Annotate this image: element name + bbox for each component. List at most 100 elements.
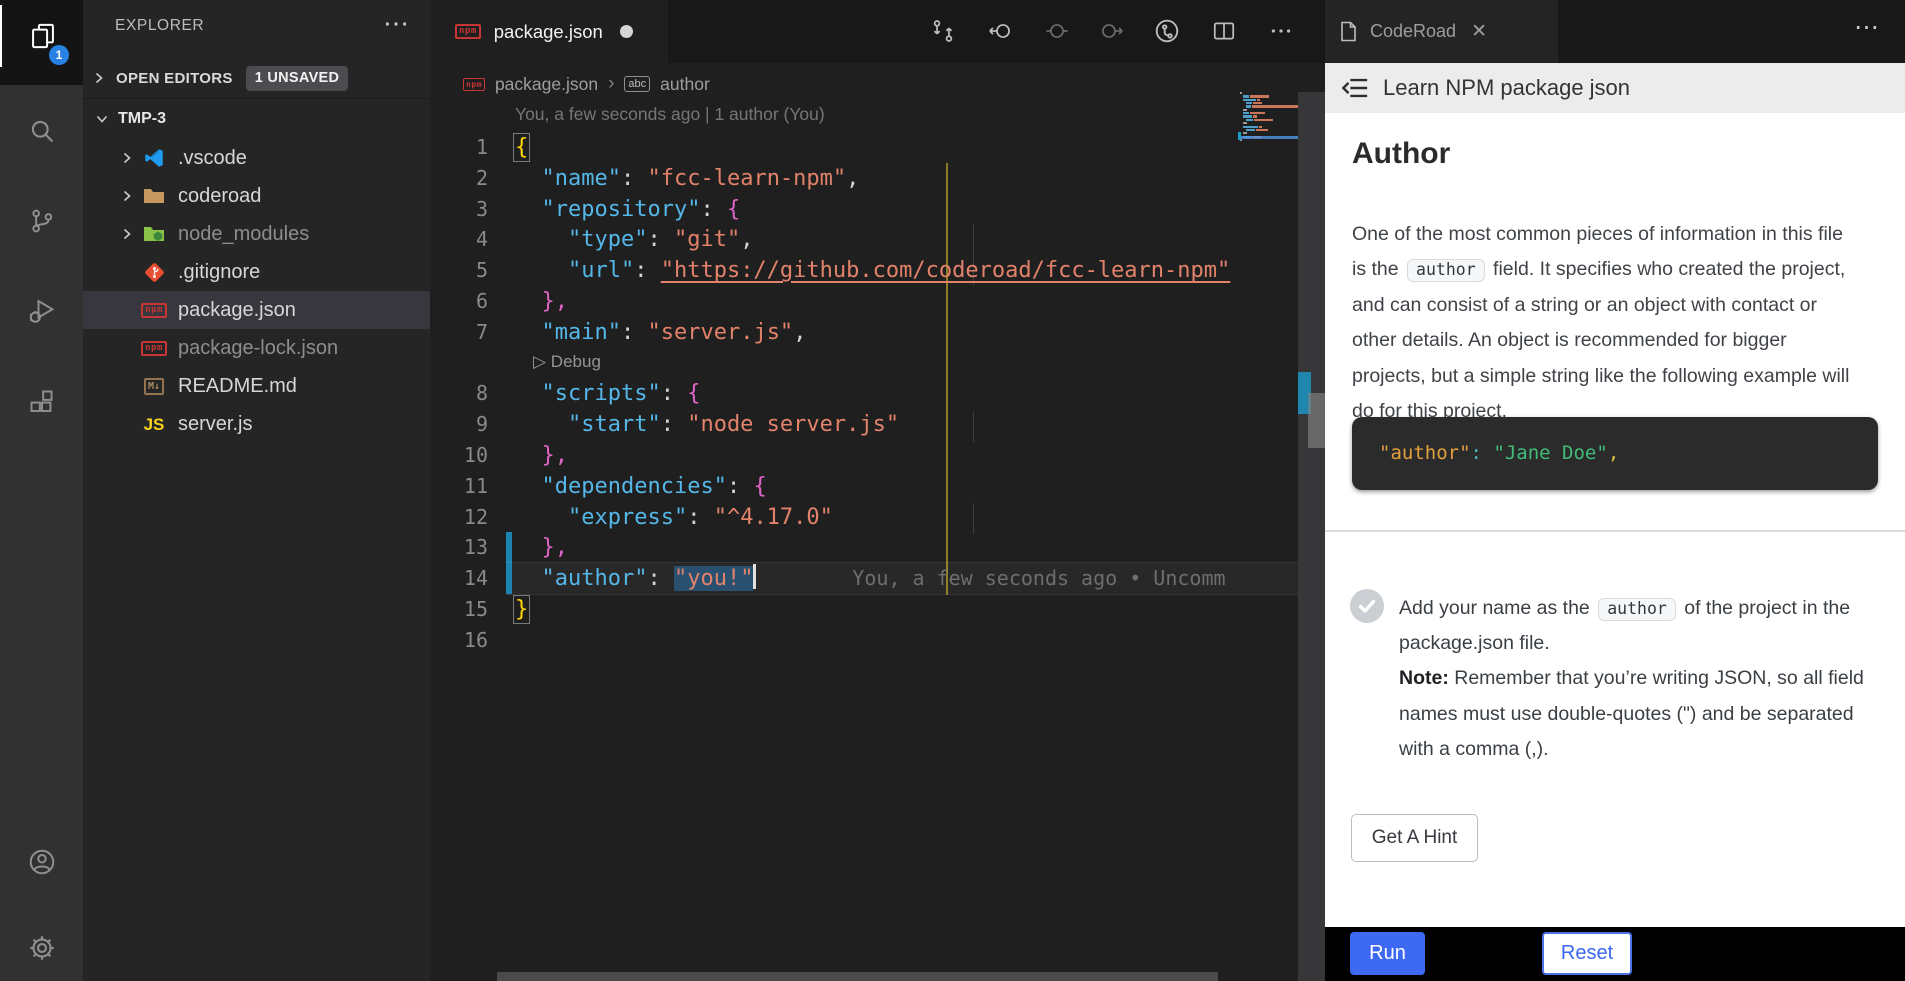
tab-coderoad[interactable]: CodeRoad ✕ [1325, 0, 1558, 63]
gear-icon [27, 933, 57, 963]
example-code-block: "author": "Jane Doe", [1352, 417, 1878, 490]
sidebar-item-extensions[interactable] [0, 371, 83, 433]
more-actions-icon[interactable]: ⋯ [383, 8, 411, 39]
code-editor[interactable]: 1{2 "name": "fcc-learn-npm",3 "repositor… [430, 0, 1325, 981]
run-and-debug-icon [28, 297, 56, 325]
task-check-icon [1350, 589, 1384, 623]
horizontal-scrollbar[interactable] [497, 972, 1218, 981]
minimap-current-line [1238, 136, 1298, 139]
chevron-right-icon [91, 70, 107, 86]
code-line-15[interactable]: 15} [430, 594, 1238, 625]
code-line-4[interactable]: 4 "type": "git", [430, 224, 1238, 255]
code-line-3[interactable]: 3 "repository": { [430, 194, 1238, 225]
search-icon [28, 117, 56, 145]
page-title: Author [1352, 137, 1450, 171]
file-label: coderoad [178, 177, 261, 215]
line-number: 16 [430, 625, 488, 656]
line-number: 2 [430, 163, 488, 194]
code-line-1[interactable]: 1{ [430, 132, 1238, 163]
file-row-.gitignore[interactable]: .gitignore [83, 253, 430, 291]
code-line-14[interactable]: 14 "author": "you!" You, a few seconds a… [430, 563, 1238, 594]
line-number: 3 [430, 194, 488, 225]
extensions-icon [28, 388, 56, 416]
open-editors-section[interactable]: OPEN EDITORS 1 UNSAVED [83, 58, 430, 99]
folder-root-row[interactable]: TMP-3 [83, 99, 430, 139]
file-label: .gitignore [178, 253, 260, 291]
sidebar-title: EXPLORER [115, 17, 204, 35]
file-label: README.md [178, 367, 297, 405]
js-icon: JS [141, 412, 167, 436]
tab-label: CodeRoad [1370, 21, 1456, 42]
tutorial-content: Author One of the most common pieces of … [1325, 113, 1905, 927]
code-line-11[interactable]: 11 "dependencies": { [430, 471, 1238, 502]
description-paragraph: One of the most common pieces of informa… [1352, 217, 1860, 430]
sidebar-item-search[interactable] [0, 100, 83, 162]
changed-line-marker [506, 532, 512, 563]
minimap[interactable] [1238, 92, 1298, 162]
npm-icon: npm [141, 336, 167, 360]
sidebar-item-source-control[interactable] [0, 190, 83, 252]
changed-line-marker [506, 563, 512, 594]
close-icon[interactable]: ✕ [1471, 20, 1487, 43]
line-number: 12 [430, 502, 488, 533]
code-line-8[interactable]: 8 "scripts": { [430, 378, 1238, 409]
line-number: 9 [430, 409, 488, 440]
markdown-icon: M↓ [141, 374, 167, 398]
file-row-coderoad[interactable]: coderoad [83, 177, 430, 215]
settings-button[interactable] [0, 917, 83, 979]
line-number: 1 [430, 132, 488, 163]
coderoad-menu-icon[interactable] [1341, 75, 1369, 101]
git-icon [141, 260, 167, 284]
activity-bar: 1 [0, 0, 83, 981]
panel-footer: Run Reset [1325, 927, 1905, 981]
code-line-6[interactable]: 6 }, [430, 286, 1238, 317]
account-button[interactable] [0, 831, 83, 893]
vertical-scrollbar[interactable] [1298, 92, 1325, 981]
coderoad-panel: CodeRoad ✕ ⋯ Learn NPM package json Auth… [1325, 0, 1905, 981]
more-actions-icon[interactable]: ⋯ [1854, 12, 1881, 42]
file-row-README.md[interactable]: M↓ README.md [83, 367, 430, 405]
code-line-2[interactable]: 2 "name": "fcc-learn-npm", [430, 163, 1238, 194]
chevron-right-icon [119, 150, 135, 166]
line-number: 5 [430, 255, 488, 286]
code-line-13[interactable]: 13 }, [430, 532, 1238, 563]
get-a-hint-button[interactable]: Get A Hint [1351, 814, 1478, 862]
npm-icon: npm [141, 298, 167, 322]
run-button[interactable]: Run [1350, 932, 1425, 975]
code-line-12[interactable]: 12 "express": "^4.17.0" [430, 502, 1238, 533]
task-note: Note: Remember that you’re writing JSON,… [1399, 661, 1885, 767]
file-icon [1340, 21, 1357, 42]
node-folder-icon [141, 222, 167, 246]
line-number: 6 [430, 286, 488, 317]
file-label: package.json [178, 291, 296, 329]
file-row-node_modules[interactable]: node_modules [83, 215, 430, 253]
codelens-debug[interactable]: ▷ Debug [430, 348, 1238, 379]
code-line-9[interactable]: 9 "start": "node server.js" [430, 409, 1238, 440]
file-row-server.js[interactable]: JS server.js [83, 405, 430, 443]
code-line-16[interactable]: 16 [430, 625, 1238, 656]
sidebar-item-explorer[interactable]: 1 [0, 5, 83, 67]
folder-icon [141, 184, 167, 208]
reset-button[interactable]: Reset [1542, 932, 1632, 975]
file-row-package-lock.json[interactable]: npm package-lock.json [83, 329, 430, 367]
code-line-5[interactable]: 5 "url": "https://github.com/coderoad/fc… [430, 255, 1238, 286]
sidebar-item-run-debug[interactable] [0, 280, 83, 342]
inline-code-chip: author [1598, 598, 1676, 621]
file-label: .vscode [178, 139, 247, 177]
code-line-7[interactable]: 7 "main": "server.js", [430, 317, 1238, 348]
root-folder-label: TMP-3 [118, 110, 166, 128]
file-row-package.json[interactable]: npm package.json [83, 291, 430, 329]
file-label: package-lock.json [178, 329, 338, 367]
source-control-icon [28, 207, 56, 235]
minimap-changed-marker [1238, 132, 1241, 140]
line-number: 13 [430, 532, 488, 563]
line-number: 7 [430, 317, 488, 348]
line-number: 14 [430, 563, 488, 594]
file-row-.vscode[interactable]: .vscode [83, 139, 430, 177]
inline-code-chip: author [1407, 259, 1485, 282]
file-label: server.js [178, 405, 252, 443]
code-line-10[interactable]: 10 }, [430, 440, 1238, 471]
line-number: 10 [430, 440, 488, 471]
vscode-icon [141, 146, 167, 170]
overview-selection-marker [1308, 393, 1325, 448]
